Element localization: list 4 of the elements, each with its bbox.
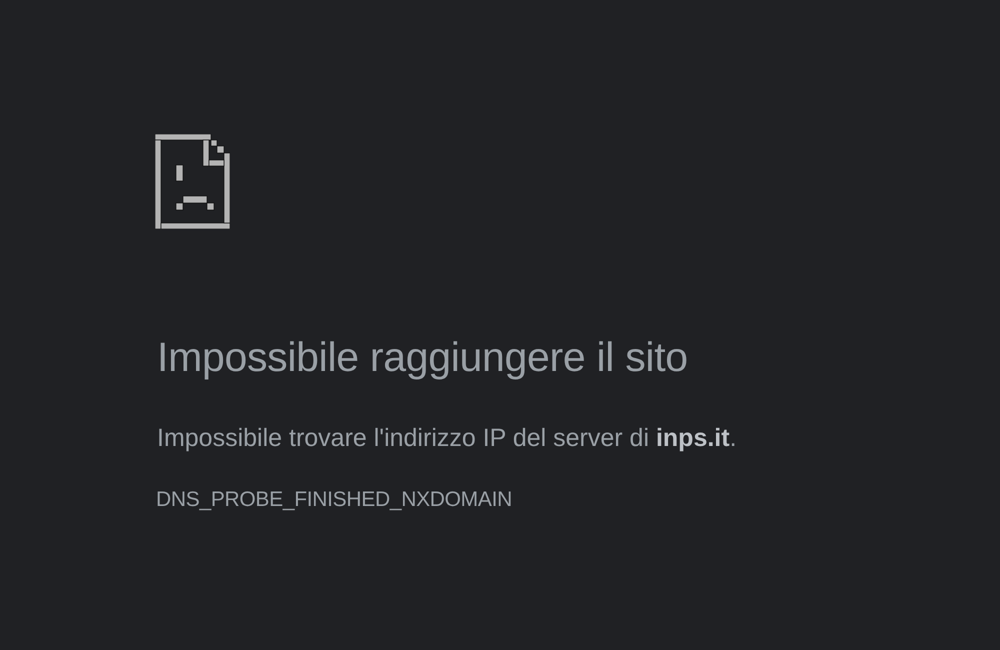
error-message: Impossibile trovare l'indirizzo IP del server di inps.it. xyxy=(157,423,737,453)
error-title: Impossibile raggiungere il sito xyxy=(157,333,688,382)
error-code: DNS_PROBE_FINISHED_NXDOMAIN xyxy=(156,487,512,513)
sad-page-icon xyxy=(155,134,230,229)
